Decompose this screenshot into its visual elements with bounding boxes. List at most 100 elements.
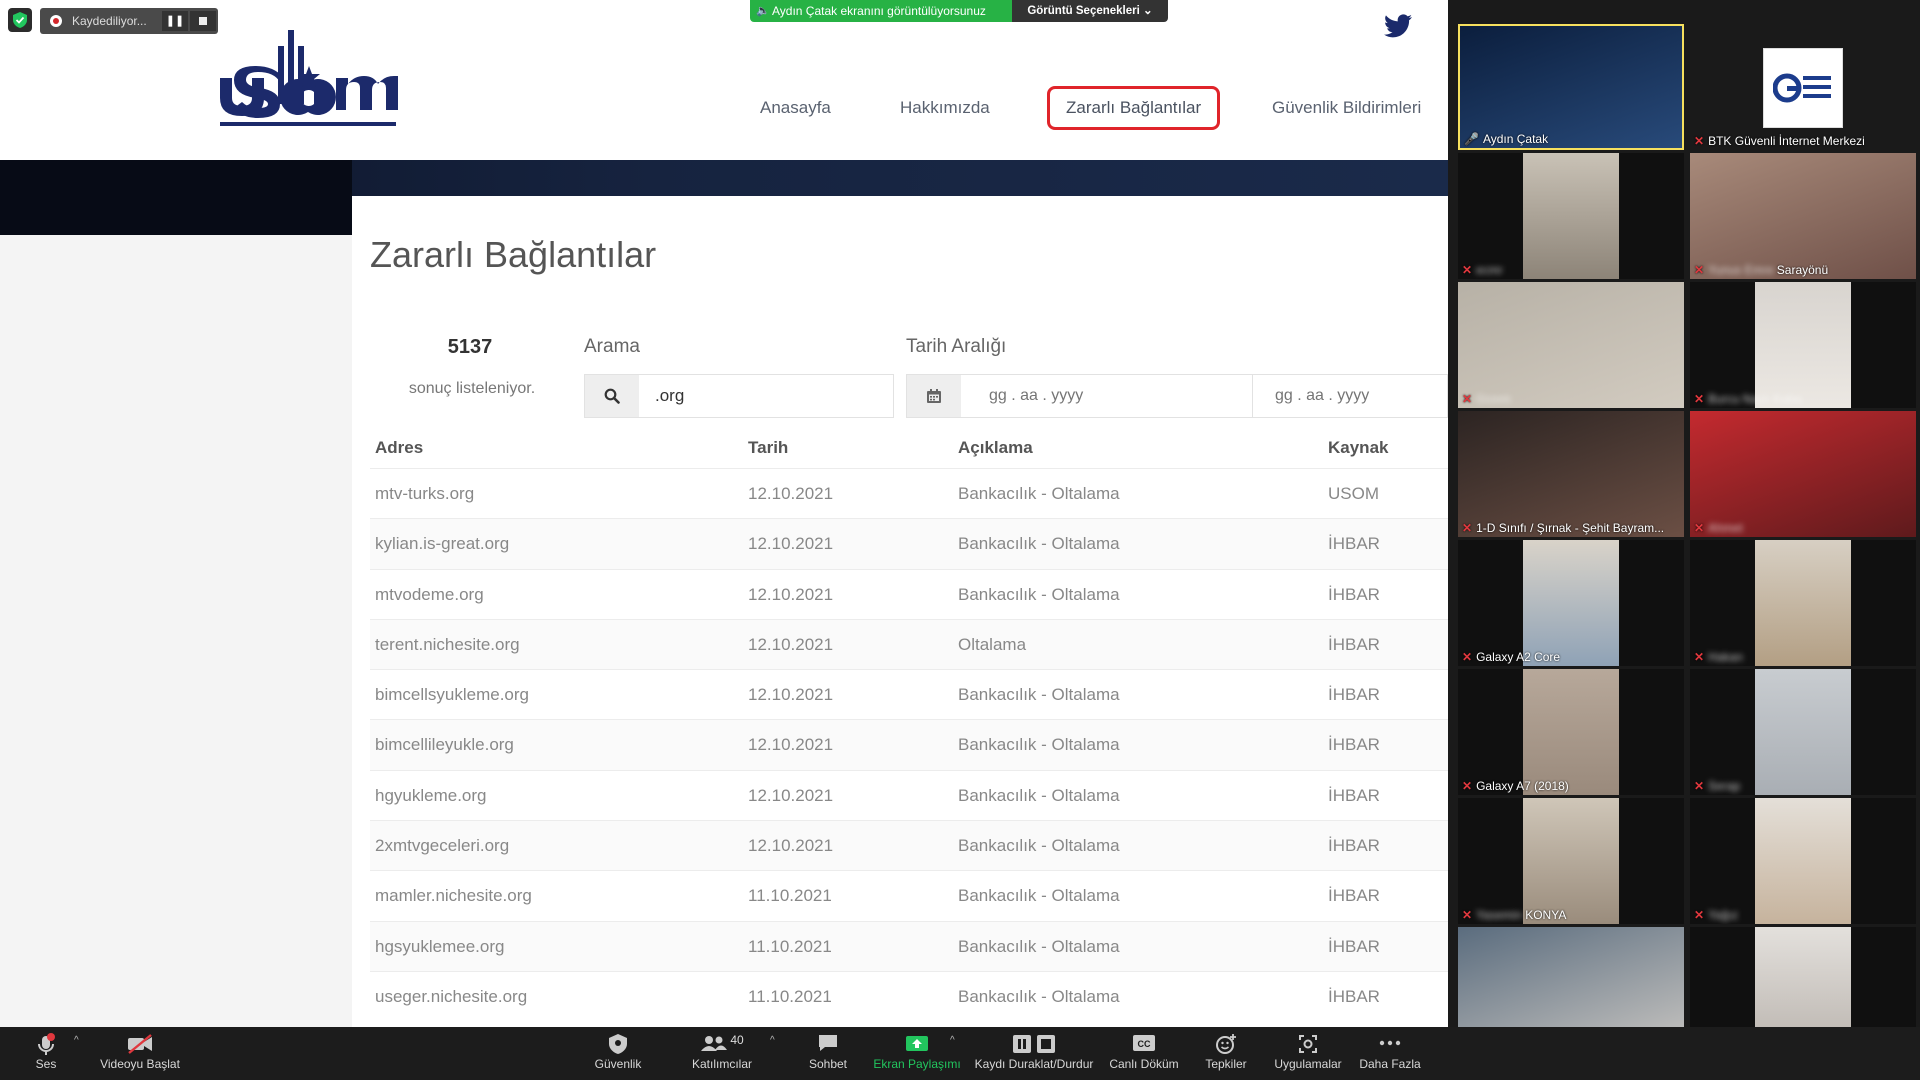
nav-about[interactable]: Hakkımızda bbox=[884, 86, 1006, 130]
participant-tile[interactable]: ✕ BTK Güvenli İnternet Merkezi bbox=[1690, 24, 1916, 150]
svg-text:CC: CC bbox=[1138, 1039, 1151, 1049]
cell-address[interactable]: 2xmtvgeceleri.org bbox=[375, 821, 509, 871]
search-icon[interactable] bbox=[585, 375, 639, 417]
gim-logo bbox=[1763, 48, 1843, 128]
participant-tile[interactable]: ✕ Burcu Nazlı Kaba bbox=[1690, 282, 1916, 408]
participant-tile[interactable]: ✕ Galaxy A7 (2018) bbox=[1458, 669, 1684, 795]
muted-mic-icon: ✕ bbox=[1462, 779, 1473, 793]
nav-malicious-links[interactable]: Zararlı Bağlantılar bbox=[1047, 86, 1221, 130]
cell-address[interactable]: hgsyuklemee.org bbox=[375, 922, 504, 972]
table-row: useger.nichesite.org 11.10.2021 Bankacılık… bbox=[370, 970, 1448, 1022]
share-options-caret-icon[interactable]: ^ bbox=[950, 1035, 955, 1046]
muted-mic-icon: ✕ bbox=[1462, 392, 1473, 406]
record-controls-label: Kaydı Duraklat/Durdur bbox=[974, 1057, 1094, 1071]
calendar-icon[interactable] bbox=[907, 375, 961, 417]
view-options-label: Görüntü Seçenekleri bbox=[1027, 5, 1140, 17]
participant-video bbox=[1523, 153, 1619, 279]
cell-address[interactable]: bimcellsyukleme.org bbox=[375, 670, 529, 720]
chat-label: Sohbet bbox=[808, 1057, 848, 1071]
apps-button[interactable]: Uygulamalar bbox=[1266, 1027, 1350, 1080]
date-to-input[interactable] bbox=[1253, 375, 1448, 417]
participant-tile[interactable]: ✕ 1-D Sınıfı / Şırnak - Şehit Bayram... bbox=[1458, 411, 1684, 537]
cell-date: 12.10.2021 bbox=[748, 836, 834, 856]
redacted-name: ecmr bbox=[1476, 263, 1503, 277]
cell-address[interactable]: hgyukleme.org bbox=[375, 771, 487, 821]
muted-mic-icon: ✕ bbox=[1462, 263, 1473, 277]
captions-button[interactable]: CC Canlı Döküm bbox=[1106, 1027, 1182, 1080]
participant-tile[interactable]: ✕ Serap bbox=[1690, 669, 1916, 795]
cell-address[interactable]: kylian.is-great.org bbox=[375, 519, 509, 569]
participant-name: ✕ BTK Güvenli İnternet Merkezi bbox=[1694, 134, 1865, 148]
participants-button[interactable]: 40 Katılımcılar bbox=[686, 1027, 758, 1080]
audio-options-caret-icon[interactable]: ^ bbox=[74, 1035, 79, 1046]
video-button[interactable]: Videoyu Başlat bbox=[92, 1027, 188, 1080]
chat-button[interactable]: Sohbet bbox=[800, 1027, 856, 1080]
date-range-group bbox=[906, 374, 1448, 418]
speaker-icon: 🔈 bbox=[756, 5, 770, 17]
participant-name: ✕ Yasemin KONYA bbox=[1462, 908, 1566, 922]
participant-tile[interactable]: 🎤 Aydın Çatak bbox=[1458, 24, 1684, 150]
table-row: terent.nichesite.org 12.10.2021 Oltalama İH… bbox=[370, 618, 1448, 670]
record-controls-button[interactable]: Kaydı Duraklat/Durdur bbox=[970, 1027, 1098, 1080]
cell-address[interactable]: mtv-turks.org bbox=[375, 469, 474, 519]
view-options-button[interactable]: Görüntü Seçenekleri ⌄ bbox=[1012, 0, 1168, 22]
cell-source: İHBAR bbox=[1328, 936, 1380, 956]
audio-button[interactable]: Ses bbox=[16, 1027, 76, 1080]
participant-tile[interactable]: ✕ Ahmet bbox=[1690, 411, 1916, 537]
date-from-input[interactable] bbox=[961, 375, 1253, 417]
col-header-address[interactable]: Adres bbox=[375, 428, 423, 468]
cell-address[interactable]: bimcellileyukle.org bbox=[375, 720, 514, 770]
cell-source: İHBAR bbox=[1328, 886, 1380, 906]
participant-tile[interactable]: ✕ Yağız bbox=[1690, 798, 1916, 924]
muted-mic-icon: ✕ bbox=[1694, 392, 1705, 406]
participants-options-caret-icon[interactable]: ^ bbox=[770, 1035, 775, 1046]
participant-tile[interactable]: ✕ Gizem bbox=[1458, 282, 1684, 408]
col-header-description[interactable]: Açıklama bbox=[958, 428, 1033, 468]
chevron-down-icon: ⌄ bbox=[1143, 5, 1153, 17]
participant-name: ✕ Galaxy A2 Core bbox=[1462, 650, 1560, 664]
participant-tile[interactable]: ✕ Hakan bbox=[1690, 540, 1916, 666]
cell-address[interactable]: mamler.nichesite.org bbox=[375, 871, 532, 921]
participant-name-text: KONYA bbox=[1525, 908, 1567, 922]
more-button[interactable]: Daha Fazla bbox=[1356, 1027, 1424, 1080]
security-shield-icon[interactable] bbox=[8, 8, 32, 32]
apps-icon bbox=[1299, 1035, 1317, 1053]
nav-home[interactable]: Anasayfa bbox=[744, 86, 847, 130]
cell-date: 11.10.2021 bbox=[748, 886, 832, 906]
cell-address[interactable]: useger.nichesite.org bbox=[375, 972, 527, 1022]
participant-tile[interactable]: ✕ Yasemin KONYA bbox=[1458, 798, 1684, 924]
participant-name: ✕ Burcu Nazlı Kaba bbox=[1694, 392, 1801, 406]
nav-security-notices[interactable]: Güvenlik Bildirimleri bbox=[1256, 86, 1437, 130]
participant-name-text: Galaxy A7 (2018) bbox=[1476, 779, 1569, 793]
col-header-source[interactable]: Kaynak bbox=[1328, 428, 1388, 468]
security-button[interactable]: Güvenlik bbox=[588, 1027, 648, 1080]
twitter-icon[interactable] bbox=[1384, 14, 1412, 38]
share-screen-button[interactable]: Ekran Paylaşımı bbox=[872, 1027, 962, 1080]
participant-video bbox=[1755, 798, 1851, 924]
participant-video bbox=[1523, 540, 1619, 666]
cell-date: 12.10.2021 bbox=[748, 634, 834, 654]
muted-mic-icon: ✕ bbox=[1694, 650, 1705, 664]
pause-recording-button[interactable]: ❚❚ bbox=[162, 11, 188, 31]
cell-source: İHBAR bbox=[1328, 584, 1380, 604]
participant-video bbox=[1755, 540, 1851, 666]
participant-tile[interactable]: ✕ Galaxy A2 Core bbox=[1458, 540, 1684, 666]
participant-name-text: Galaxy A2 Core bbox=[1476, 650, 1561, 664]
redacted-name: Gizem bbox=[1476, 392, 1511, 406]
menu-icon[interactable]: ⋮ bbox=[1440, 16, 1448, 38]
table-header-row: Adres Tarih Açıklama Kaynak bbox=[370, 428, 1448, 468]
cell-address[interactable]: mtvodeme.org bbox=[375, 570, 484, 620]
cell-date: 11.10.2021 bbox=[748, 936, 832, 956]
cell-address[interactable]: terent.nichesite.org bbox=[375, 620, 520, 670]
participant-tile[interactable]: ✕ ecmr bbox=[1458, 153, 1684, 279]
table-row: hgsyuklemee.org 11.10.2021 Bankacılık - Ol… bbox=[370, 920, 1448, 972]
participant-name-text: 1-D Sınıfı / Şırnak - Şehit Bayram... bbox=[1476, 521, 1665, 535]
participant-tile[interactable]: ✕ Yunus Emre Sarayönü bbox=[1690, 153, 1916, 279]
search-input[interactable] bbox=[639, 375, 893, 417]
col-header-date[interactable]: Tarih bbox=[748, 428, 788, 468]
more-label: Daha Fazla bbox=[1359, 1057, 1421, 1071]
main-nav: Anasayfa Hakkımızda Zararlı Bağlantılar … bbox=[0, 86, 1448, 136]
reactions-button[interactable]: Tepkiler bbox=[1198, 1027, 1254, 1080]
muted-mic-icon: ✕ bbox=[1694, 521, 1705, 535]
stop-recording-button[interactable] bbox=[190, 11, 216, 31]
